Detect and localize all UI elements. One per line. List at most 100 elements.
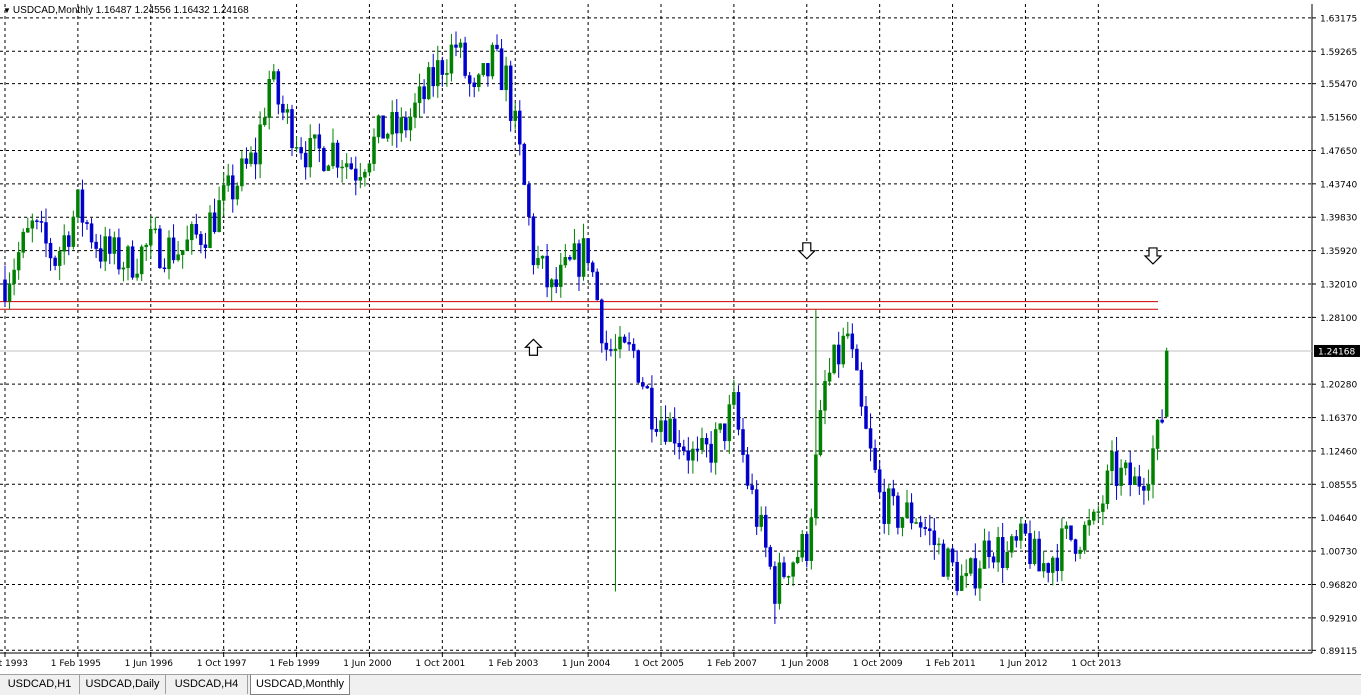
candle-body	[139, 246, 144, 275]
candle-body	[718, 423, 722, 430]
candle-body	[1087, 520, 1091, 526]
candle-body	[67, 235, 71, 247]
date-axis-label: 1 Jun 2012	[999, 659, 1047, 669]
candle-body	[1137, 476, 1142, 487]
candle-body	[463, 42, 467, 76]
candle-body	[162, 267, 167, 270]
candle-body	[149, 228, 153, 246]
price-axis-label: 1.16370	[1320, 414, 1357, 424]
candle-body	[613, 348, 618, 351]
price-axis-label: 1.39830	[1320, 214, 1357, 224]
candle-body	[344, 163, 349, 168]
candle-body	[381, 115, 385, 139]
candle-body	[764, 514, 768, 548]
arrow-down-icon	[797, 242, 817, 260]
date-axis-label: 1 Jun 2000	[343, 659, 392, 669]
candle-body	[959, 575, 964, 591]
candle-body	[1151, 448, 1155, 485]
candle-body	[600, 299, 604, 344]
chart-window[interactable]: 1.63175 1.59265 1.55470 1.51560 1.47650 1.437…	[0, 0, 1361, 674]
candle-body	[454, 44, 458, 48]
candle-body	[240, 158, 244, 187]
candle-body	[540, 255, 545, 259]
candle-body	[1073, 539, 1078, 554]
candle-body	[1046, 563, 1050, 573]
candle-body	[932, 530, 937, 545]
date-axis-label: 1 Feb 2007	[707, 659, 757, 669]
candle-body	[399, 117, 404, 134]
candle-body	[741, 429, 745, 455]
candle-body	[590, 262, 595, 273]
candle-body	[308, 138, 312, 168]
candle-body	[736, 392, 741, 430]
candle-body	[481, 63, 486, 76]
candle-body	[35, 220, 39, 222]
candle-body	[244, 158, 249, 164]
candle-body	[299, 147, 303, 154]
candle-body	[663, 420, 668, 442]
candle-body	[121, 267, 126, 270]
candle-body	[672, 418, 677, 444]
candle-body	[212, 212, 217, 233]
candle-body	[782, 562, 786, 577]
candle-body	[458, 42, 463, 48]
candle-body	[1010, 536, 1014, 553]
candle-body	[117, 237, 121, 270]
candle-body	[199, 234, 203, 245]
candle-body	[322, 148, 326, 171]
candle-body	[1032, 538, 1037, 564]
candle-body	[167, 237, 171, 270]
date-axis-label: 1 Oct 2009	[853, 659, 903, 669]
candle-body	[622, 336, 627, 343]
candle-body	[80, 189, 85, 223]
candle-body	[713, 429, 718, 463]
candle-body	[335, 142, 340, 168]
candle-body	[290, 109, 294, 149]
candle-body	[809, 517, 814, 561]
candle-body	[395, 112, 399, 134]
candle-body	[882, 491, 886, 524]
candle-body	[732, 392, 736, 405]
candle-body	[777, 562, 782, 604]
candle-body	[235, 185, 240, 200]
candle-body	[946, 548, 950, 577]
candle-body	[285, 109, 290, 113]
candle-body	[645, 386, 650, 389]
candle-body	[1114, 451, 1119, 486]
candle-body	[1133, 476, 1137, 485]
candle-body	[1146, 484, 1151, 491]
tab-label: USDCAD,Daily	[85, 678, 160, 690]
candle-body	[595, 271, 599, 301]
candle-body	[704, 437, 709, 445]
candle-body	[559, 264, 563, 287]
candle-body	[185, 239, 189, 251]
collapse-triangle-icon[interactable]: ▼	[3, 6, 11, 15]
candle-body	[477, 74, 481, 87]
price-axis-label: 1.08555	[1320, 481, 1357, 491]
candle-body	[3, 279, 7, 302]
candle-body	[158, 228, 162, 269]
price-axis-label: 0.89115	[1320, 647, 1357, 657]
price-axis-label: 1.00730	[1320, 548, 1357, 558]
candle-body	[1155, 419, 1160, 449]
candle-body	[1041, 563, 1046, 572]
candlestick-chart[interactable]: 1.63175 1.59265 1.55470 1.51560 1.47650 1.437…	[0, 0, 1361, 674]
candle-body	[937, 543, 941, 546]
candle-body	[436, 60, 440, 87]
tab-usdcad-h4[interactable]: USDCAD,H4	[166, 675, 248, 694]
tab-usdcad-h1[interactable]: USDCAD,H1	[0, 675, 80, 694]
date-axis-label: 1 Jun 1996	[125, 659, 174, 669]
tab-usdcad-monthly[interactable]: USDCAD,Monthly	[250, 675, 350, 695]
candle-body	[226, 175, 230, 186]
price-axis-label: 1.55470	[1320, 80, 1357, 90]
candle-body	[536, 258, 540, 266]
candle-body	[354, 168, 358, 181]
candle-body	[390, 112, 394, 135]
candle-body	[909, 502, 914, 524]
candle-body	[12, 269, 16, 284]
candle-body	[950, 548, 955, 563]
tab-usdcad-daily[interactable]: USDCAD,Daily	[80, 675, 166, 694]
candle-body	[855, 348, 859, 371]
candle-body	[577, 243, 581, 277]
date-axis-label: 1 Feb 1995	[51, 659, 101, 669]
